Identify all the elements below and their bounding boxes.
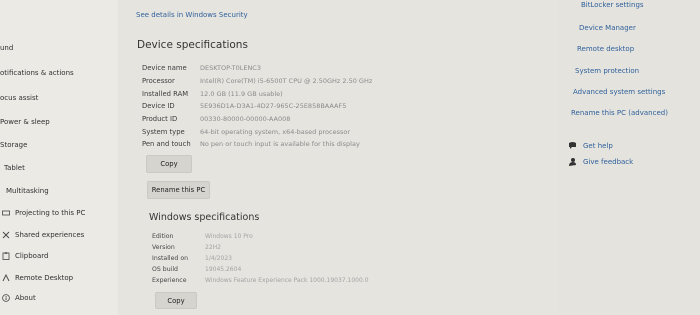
- give-feedback-link[interactable]: Give feedback: [568, 157, 633, 166]
- get-help-link[interactable]: Get help: [568, 141, 613, 150]
- get-help-label: Get help: [583, 141, 613, 150]
- sidebar-item-label: Tablet: [4, 164, 25, 172]
- win-spec-label: Installed on: [152, 255, 189, 262]
- windows-security-link[interactable]: See details in Windows Security: [136, 11, 248, 19]
- spec-label: Processor: [142, 77, 175, 85]
- win-spec-value: 1/4/2023: [205, 255, 232, 262]
- remote-desktop-link[interactable]: Remote desktop: [577, 45, 634, 53]
- sidebar-item-tablet[interactable]: Tablet: [4, 164, 25, 172]
- sidebar-item-label: Shared experiences: [15, 231, 85, 239]
- spec-value: DESKTOP-T0LENC3: [200, 64, 261, 72]
- bitlocker-settings-link[interactable]: BitLocker settings: [581, 1, 644, 9]
- remote-desktop-icon: [2, 273, 10, 282]
- sidebar-item-label: ocus assist: [0, 94, 39, 102]
- win-spec-value: Windows 10 Pro: [205, 233, 253, 240]
- windows-specifications-title: Windows specifications: [149, 212, 260, 223]
- sidebar-item-notifications[interactable]: otifications & actions: [0, 69, 74, 77]
- spec-label: System type: [142, 128, 185, 136]
- win-spec-label: Experience: [152, 277, 187, 284]
- sidebar-item-label: Multitasking: [6, 187, 49, 195]
- sidebar-item-label: Projecting to this PC: [15, 209, 86, 217]
- sidebar-item-clipboard[interactable]: Clipboard: [2, 252, 48, 260]
- spec-label: Device name: [142, 64, 187, 72]
- sidebar-item-about[interactable]: About: [2, 294, 36, 302]
- sidebar-item-shared-experiences[interactable]: Shared experiences: [2, 231, 84, 239]
- win-spec-value: Windows Feature Experience Pack 1000.190…: [205, 277, 369, 284]
- settings-sidebar: und otifications & actions ocus assist P…: [0, 0, 118, 315]
- sidebar-item-remote-desktop[interactable]: Remote Desktop: [2, 273, 74, 282]
- sidebar-item-label: About: [15, 294, 36, 302]
- spec-label: Pen and touch: [142, 140, 191, 148]
- advanced-system-settings-link[interactable]: Advanced system settings: [573, 88, 665, 96]
- sidebar-item-label: Power & sleep: [0, 118, 50, 126]
- sidebar-item-label: und: [0, 44, 14, 52]
- win-spec-label: Edition: [152, 233, 174, 240]
- sidebar-item-label: Clipboard: [15, 252, 49, 260]
- clipboard-icon: [2, 252, 10, 260]
- sidebar-item-focus-assist[interactable]: ocus assist: [0, 94, 38, 102]
- device-specifications-title: Device specifications: [137, 39, 248, 51]
- help-icon: [568, 141, 577, 150]
- device-manager-link[interactable]: Device Manager: [579, 24, 636, 32]
- copy-device-specs-button[interactable]: Copy: [146, 155, 192, 173]
- spec-label: Device ID: [142, 102, 175, 110]
- feedback-icon: [568, 157, 577, 166]
- info-icon: [2, 294, 10, 302]
- spec-label: Product ID: [142, 115, 178, 123]
- spec-value: 00330-80000-00000-AA008: [200, 115, 291, 123]
- sidebar-item-multitasking[interactable]: Multitasking: [6, 187, 49, 195]
- projector-icon: [2, 209, 10, 217]
- win-spec-label: OS build: [152, 266, 178, 273]
- sidebar-item-projecting[interactable]: Projecting to this PC: [2, 209, 85, 217]
- spec-value: Intel(R) Core(TM) i5-6500T CPU @ 2.50GHz…: [200, 77, 373, 85]
- sidebar-item-storage[interactable]: Storage: [0, 141, 27, 149]
- shared-icon: [2, 231, 10, 239]
- give-feedback-label: Give feedback: [583, 157, 634, 166]
- rename-pc-advanced-link[interactable]: Rename this PC (advanced): [571, 109, 668, 117]
- sidebar-item-sound[interactable]: und: [0, 44, 13, 52]
- rename-pc-button[interactable]: Rename this PC: [147, 181, 210, 199]
- sidebar-item-label: otifications & actions: [0, 69, 74, 77]
- spec-label: Installed RAM: [142, 90, 189, 98]
- system-protection-link[interactable]: System protection: [575, 67, 639, 75]
- spec-value: 5E936D1A-D3A1-4D27-965C-25E858BAAAF5: [200, 102, 347, 110]
- win-spec-label: Version: [152, 244, 175, 251]
- win-spec-value: 19045.2604: [205, 266, 242, 273]
- sidebar-item-power-sleep[interactable]: Power & sleep: [0, 118, 50, 126]
- spec-value: No pen or touch input is available for t…: [200, 140, 360, 148]
- spec-value: 64-bit operating system, x64-based proce…: [200, 128, 350, 136]
- sidebar-item-label: Storage: [0, 141, 28, 149]
- spec-value: 12.0 GB (11.9 GB usable): [200, 90, 283, 98]
- sidebar-item-label: Remote Desktop: [15, 274, 74, 282]
- win-spec-value: 22H2: [205, 244, 221, 251]
- copy-windows-specs-button[interactable]: Copy: [155, 292, 197, 309]
